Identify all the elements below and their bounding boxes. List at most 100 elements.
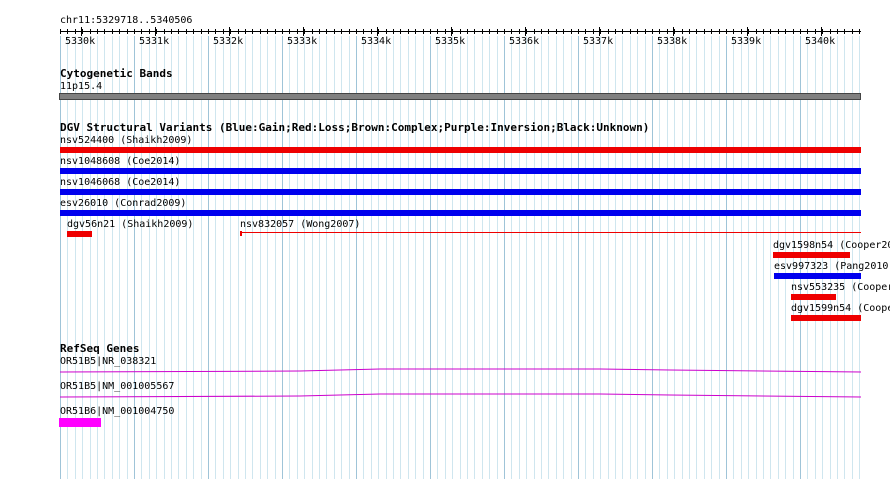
ruler-minor-tick — [415, 29, 416, 34]
ruler-minor-tick — [67, 29, 68, 34]
dgv-section-title: DGV Structural Variants (Blue:Gain;Red:L… — [60, 121, 650, 134]
ruler-minor-tick — [659, 29, 660, 34]
ruler-tick-label: 5333k — [287, 36, 318, 47]
ruler-minor-tick — [445, 29, 446, 34]
ruler-minor-tick — [844, 29, 845, 34]
variant-label-nsv1046068: nsv1046068 (Coe2014) — [60, 177, 181, 188]
ruler-minor-tick — [482, 29, 483, 34]
ruler-minor-tick — [800, 29, 801, 34]
variant-label-nsv832057: nsv832057 (Wong2007) — [240, 219, 361, 230]
ruler-minor-tick — [60, 29, 61, 34]
ruler-minor-tick — [778, 29, 779, 34]
ruler-minor-tick — [548, 29, 549, 34]
ruler-minor-tick — [578, 29, 579, 34]
ruler-minor-tick — [652, 29, 653, 34]
ruler-minor-tick — [178, 29, 179, 34]
cytoband-bar[interactable] — [59, 93, 861, 100]
variant-bar-nsv1048608[interactable] — [60, 168, 861, 174]
ruler-minor-tick — [593, 29, 594, 34]
ruler-minor-tick — [304, 29, 305, 34]
cytoband-section-title: Cytogenetic Bands — [60, 67, 173, 80]
variant-bar-nsv524400[interactable] — [60, 147, 861, 153]
ruler-minor-tick — [615, 29, 616, 34]
ruler-minor-tick — [201, 29, 202, 34]
ruler-minor-tick — [82, 29, 83, 34]
variant-bar-dgv56n21[interactable] — [67, 231, 92, 237]
ruler-minor-tick — [830, 29, 831, 34]
gene-track-nr-038321[interactable] — [60, 365, 861, 375]
ruler-minor-tick — [319, 29, 320, 34]
ruler-minor-tick — [630, 29, 631, 34]
ruler-minor-tick — [75, 29, 76, 34]
ruler-tick-label: 5332k — [213, 36, 244, 47]
refseq-section-title: RefSeq Genes — [60, 342, 140, 355]
ruler-tick-label: 5334k — [361, 36, 392, 47]
ruler-minor-tick — [371, 29, 372, 34]
ruler-minor-tick — [282, 29, 283, 34]
ruler-minor-tick — [134, 29, 135, 34]
ruler-minor-tick — [467, 29, 468, 34]
ruler-minor-tick — [423, 29, 424, 34]
ruler-minor-tick — [104, 29, 105, 34]
ruler-minor-tick — [489, 29, 490, 34]
ruler-minor-tick — [127, 29, 128, 34]
ruler-minor-tick — [223, 29, 224, 34]
ruler-minor-tick — [645, 29, 646, 34]
ruler-minor-tick — [193, 29, 194, 34]
ruler-minor-tick — [238, 29, 239, 34]
ruler-minor-tick — [430, 29, 431, 34]
ruler-minor-tick — [186, 29, 187, 34]
ruler-minor-tick — [674, 29, 675, 34]
ruler-minor-tick — [215, 29, 216, 34]
ruler-minor-tick — [230, 29, 231, 34]
ruler-minor-tick — [341, 29, 342, 34]
ruler-minor-tick — [741, 29, 742, 34]
ruler-minor-tick — [119, 29, 120, 34]
ruler-minor-tick — [452, 29, 453, 34]
ruler-minor-tick — [363, 29, 364, 34]
variant-line-nsv832057[interactable] — [242, 232, 861, 233]
ruler-minor-tick — [149, 29, 150, 34]
variant-bar-esv26010[interactable] — [60, 210, 861, 216]
variant-label-esv26010: esv26010 (Conrad2009) — [60, 198, 187, 209]
variant-label-nsv1048608: nsv1048608 (Coe2014) — [60, 156, 181, 167]
ruler-minor-tick — [807, 29, 808, 34]
ruler-minor-tick — [585, 29, 586, 34]
variant-label-dgv1599n54: dgv1599n54 (Cooper2011) — [791, 303, 890, 314]
ruler-minor-tick — [164, 29, 165, 34]
ruler-minor-tick — [386, 29, 387, 34]
variant-bar-esv997323[interactable] — [774, 273, 861, 279]
variant-label-dgv1598n54: dgv1598n54 (Cooper2011) — [773, 240, 890, 251]
ruler-minor-tick — [622, 29, 623, 34]
ruler-minor-tick — [497, 29, 498, 34]
variant-bar-nsv1046068[interactable] — [60, 189, 861, 195]
variant-label-nsv553235: nsv553235 (Cooper2011) — [791, 282, 890, 293]
ruler-minor-tick — [252, 29, 253, 34]
ruler-minor-tick — [600, 29, 601, 34]
ruler-minor-tick — [770, 29, 771, 34]
ruler-minor-tick — [556, 29, 557, 34]
variant-bar-dgv1598n54[interactable] — [773, 252, 850, 258]
variant-bar-nsv553235[interactable] — [791, 294, 836, 300]
ruler-minor-tick — [208, 29, 209, 34]
ruler-tick-label: 5330k — [65, 36, 96, 47]
ruler-minor-tick — [156, 29, 157, 34]
ruler-tick-label: 5338k — [657, 36, 688, 47]
ruler-minor-tick — [112, 29, 113, 34]
ruler-minor-tick — [334, 29, 335, 34]
ruler-minor-tick — [756, 29, 757, 34]
ruler-minor-tick — [460, 29, 461, 34]
variant-bar-dgv1599n54[interactable] — [791, 315, 861, 321]
ruler-tick-label: 5335k — [435, 36, 466, 47]
ruler-minor-tick — [711, 29, 712, 34]
ruler-minor-tick — [785, 29, 786, 34]
ruler-minor-tick — [763, 29, 764, 34]
ruler-minor-tick — [519, 29, 520, 34]
ruler-tick-label: 5337k — [583, 36, 614, 47]
gene-track-nm-001005567[interactable] — [60, 390, 861, 400]
ruler-minor-tick — [696, 29, 697, 34]
ruler-minor-tick — [289, 29, 290, 34]
ruler-minor-tick — [608, 29, 609, 34]
gene-block-nm-001004750[interactable] — [59, 418, 101, 427]
ruler-minor-tick — [733, 29, 734, 34]
